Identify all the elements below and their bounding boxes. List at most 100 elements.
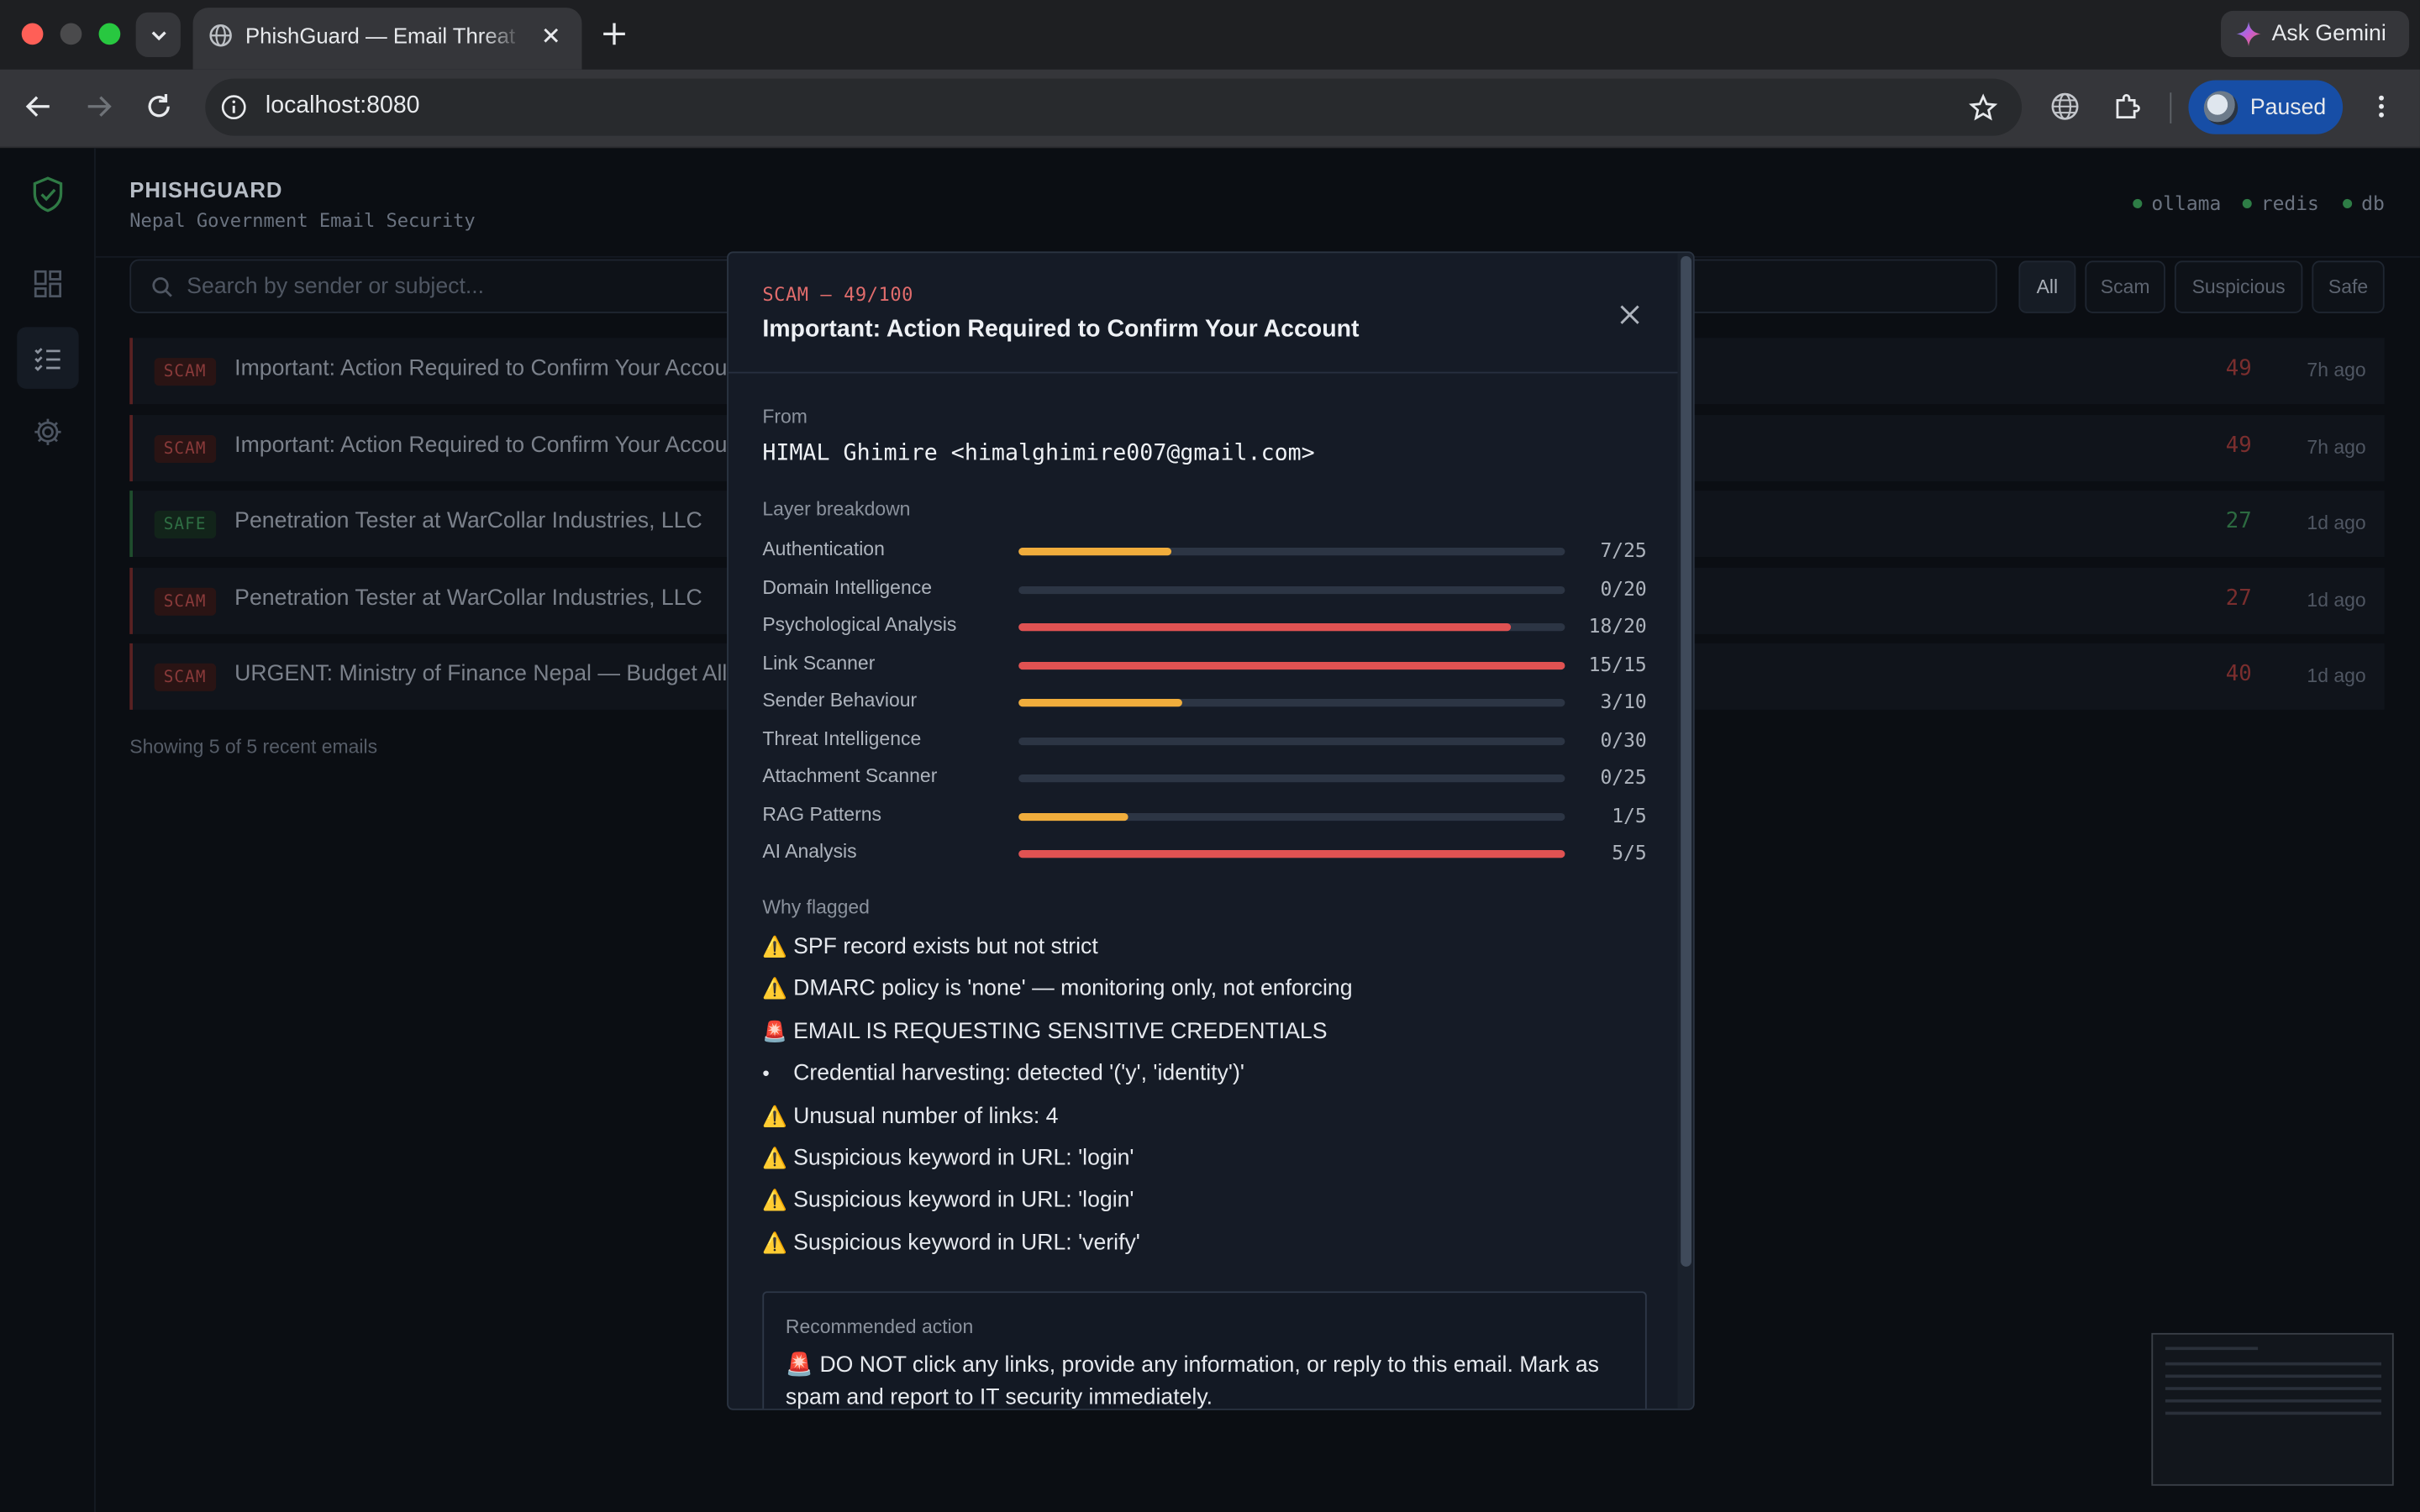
ask-gemini-button[interactable]: Ask Gemini <box>2221 10 2410 57</box>
layer-score-track <box>1018 548 1565 556</box>
url-text: localhost:8080 <box>265 92 420 119</box>
service-name: ollama <box>2151 191 2222 215</box>
email-time: 1d ago <box>2307 512 2366 534</box>
logo[interactable] <box>17 164 78 225</box>
reason-text: Suspicious keyword in URL: 'verify' <box>793 1231 1140 1256</box>
window-minimize-button[interactable] <box>60 23 82 45</box>
layer-name: Psychological Analysis <box>762 614 957 636</box>
modal-scrollbar[interactable] <box>1677 253 1693 1409</box>
layer-score-bar <box>1018 548 1172 556</box>
gemini-sparkle-icon <box>2236 21 2261 47</box>
new-tab-icon[interactable] <box>599 18 630 50</box>
service-status-redis: redis <box>2242 192 2319 214</box>
email-detail-modal: SCAM — 49/100 Important: Action Required… <box>727 251 1695 1410</box>
layer-score-bar <box>1018 812 1128 821</box>
layer-name: Sender Behaviour <box>762 690 918 711</box>
modal-title: Important: Action Required to Confirm Yo… <box>762 316 1360 343</box>
flag-reason: ⚠️ Unusual number of links: 4 <box>762 1104 1058 1128</box>
flag-reason: ⚠️ SPF record exists but not strict <box>762 935 1097 959</box>
layer-score-value: 7/25 <box>1600 538 1647 562</box>
layer-score-track <box>1018 850 1565 858</box>
forward-arrow-icon[interactable] <box>82 90 115 123</box>
reason-icon: • <box>762 1061 770 1085</box>
chevron-down-icon <box>150 30 166 40</box>
sidebar-item-emails[interactable] <box>17 327 79 389</box>
thumbnail-line <box>2165 1399 2382 1403</box>
site-info-icon[interactable] <box>219 92 249 122</box>
reason-text: SPF record exists but not strict <box>793 935 1098 960</box>
flag-reason: ⚠️ Suspicious keyword in URL: 'login' <box>762 1147 1134 1171</box>
reload-icon[interactable] <box>142 90 176 123</box>
email-time: 7h ago <box>2307 359 2366 381</box>
reason-icon: ⚠️ <box>762 1231 788 1254</box>
close-icon[interactable] <box>539 24 563 48</box>
reason-text: Suspicious keyword in URL: 'login' <box>793 1188 1134 1214</box>
list-footer-count: Showing 5 of 5 recent emails <box>129 736 378 758</box>
filter-safe-button[interactable]: Safe <box>2312 260 2385 313</box>
more-menu-icon[interactable] <box>2366 91 2397 122</box>
thumbnail-line <box>2165 1411 2382 1415</box>
layer-score-track <box>1018 699 1565 707</box>
flag-reason: • Credential harvesting: detected '('y',… <box>762 1062 1244 1086</box>
sidebar-item-dashboard[interactable] <box>17 253 78 314</box>
close-icon[interactable] <box>1614 299 1645 330</box>
window-maximize-button[interactable] <box>98 23 121 45</box>
layer-score-value: 18/20 <box>1588 614 1647 638</box>
layer-score-track <box>1018 623 1565 632</box>
profile-button[interactable]: Paused <box>2188 80 2344 134</box>
email-subject: Penetration Tester at WarCollar Industri… <box>234 585 702 612</box>
layer-score-track <box>1018 661 1565 669</box>
layer-name: Authentication <box>762 538 885 560</box>
filter-all-button[interactable]: All <box>2018 260 2076 313</box>
service-status-ollama: ollama <box>2133 191 2222 215</box>
search-placeholder: Search by sender or subject... <box>187 274 485 300</box>
filter-suspicious-button[interactable]: Suspicious <box>2174 260 2303 313</box>
flag-reason: ⚠️ DMARC policy is 'none' — monitoring o… <box>762 977 1352 1001</box>
browser-tabstrip: PhishGuard — Email Threat Dashboard Ask … <box>0 0 2420 70</box>
layer-score-value: 15/15 <box>1588 652 1647 675</box>
reason-icon: ⚠️ <box>762 935 788 958</box>
tab-search-button[interactable] <box>135 12 181 57</box>
layer-row: Authentication 7/25 <box>762 535 1646 566</box>
ask-gemini-label: Ask Gemini <box>2271 21 2386 47</box>
checklist-icon <box>34 348 60 371</box>
reason-text: DMARC policy is 'none' — monitoring only… <box>793 977 1353 1002</box>
layer-row: Sender Behaviour 3/10 <box>762 686 1646 717</box>
flag-reason: ⚠️ Suspicious keyword in URL: 'login' <box>762 1189 1134 1213</box>
translate-globe-icon[interactable] <box>2049 91 2081 122</box>
screen-thumbnail <box>2151 1332 2394 1486</box>
avatar <box>2203 90 2238 124</box>
bookmark-star-icon[interactable] <box>1968 92 1999 123</box>
reason-text: Suspicious keyword in URL: 'login' <box>793 1146 1134 1172</box>
from-label: From <box>762 406 808 428</box>
email-subject: Penetration Tester at WarCollar Industri… <box>234 509 702 534</box>
browser-tab-active[interactable]: PhishGuard — Email Threat Dashboard <box>192 8 582 70</box>
thumbnail-line <box>2165 1362 2382 1366</box>
from-value: HIMAL Ghimire <himalghimire007@gmail.com… <box>762 441 1315 466</box>
verdict-badge: SCAM <box>154 434 216 464</box>
risk-score: 49 <box>2225 356 2252 381</box>
email-subject: URGENT: Ministry of Finance Nepal — Budg… <box>234 661 800 687</box>
toolbar-divider <box>2170 92 2172 123</box>
address-bar[interactable]: localhost:8080 <box>205 78 2023 136</box>
filter-scam-button[interactable]: Scam <box>2085 260 2165 313</box>
layer-score-track <box>1018 585 1565 594</box>
layer-row: Threat Intelligence 0/30 <box>762 724 1646 755</box>
layer-row: Attachment Scanner 0/25 <box>762 762 1646 793</box>
globe-icon <box>209 24 232 47</box>
reason-text: Credential harvesting: detected '('y', '… <box>793 1061 1244 1087</box>
layer-name: Attachment Scanner <box>762 765 938 787</box>
extensions-puzzle-icon[interactable] <box>2112 91 2143 122</box>
layer-row: RAG Patterns 1/5 <box>762 800 1646 831</box>
window-close-button[interactable] <box>21 23 44 45</box>
recommended-action-box: Recommended action 🚨 DO NOT click any li… <box>762 1291 1647 1409</box>
scrollbar-thumb[interactable] <box>1681 255 1692 1267</box>
email-subject: Important: Action Required to Confirm Yo… <box>234 356 746 381</box>
sidebar-item-settings[interactable] <box>17 402 78 463</box>
back-arrow-icon[interactable] <box>22 90 55 123</box>
layer-score-bar <box>1018 661 1565 669</box>
layer-score-track <box>1018 774 1565 783</box>
status-dot <box>2343 198 2353 208</box>
verdict-badge: SCAM <box>154 663 216 691</box>
layer-score-track <box>1018 737 1565 745</box>
